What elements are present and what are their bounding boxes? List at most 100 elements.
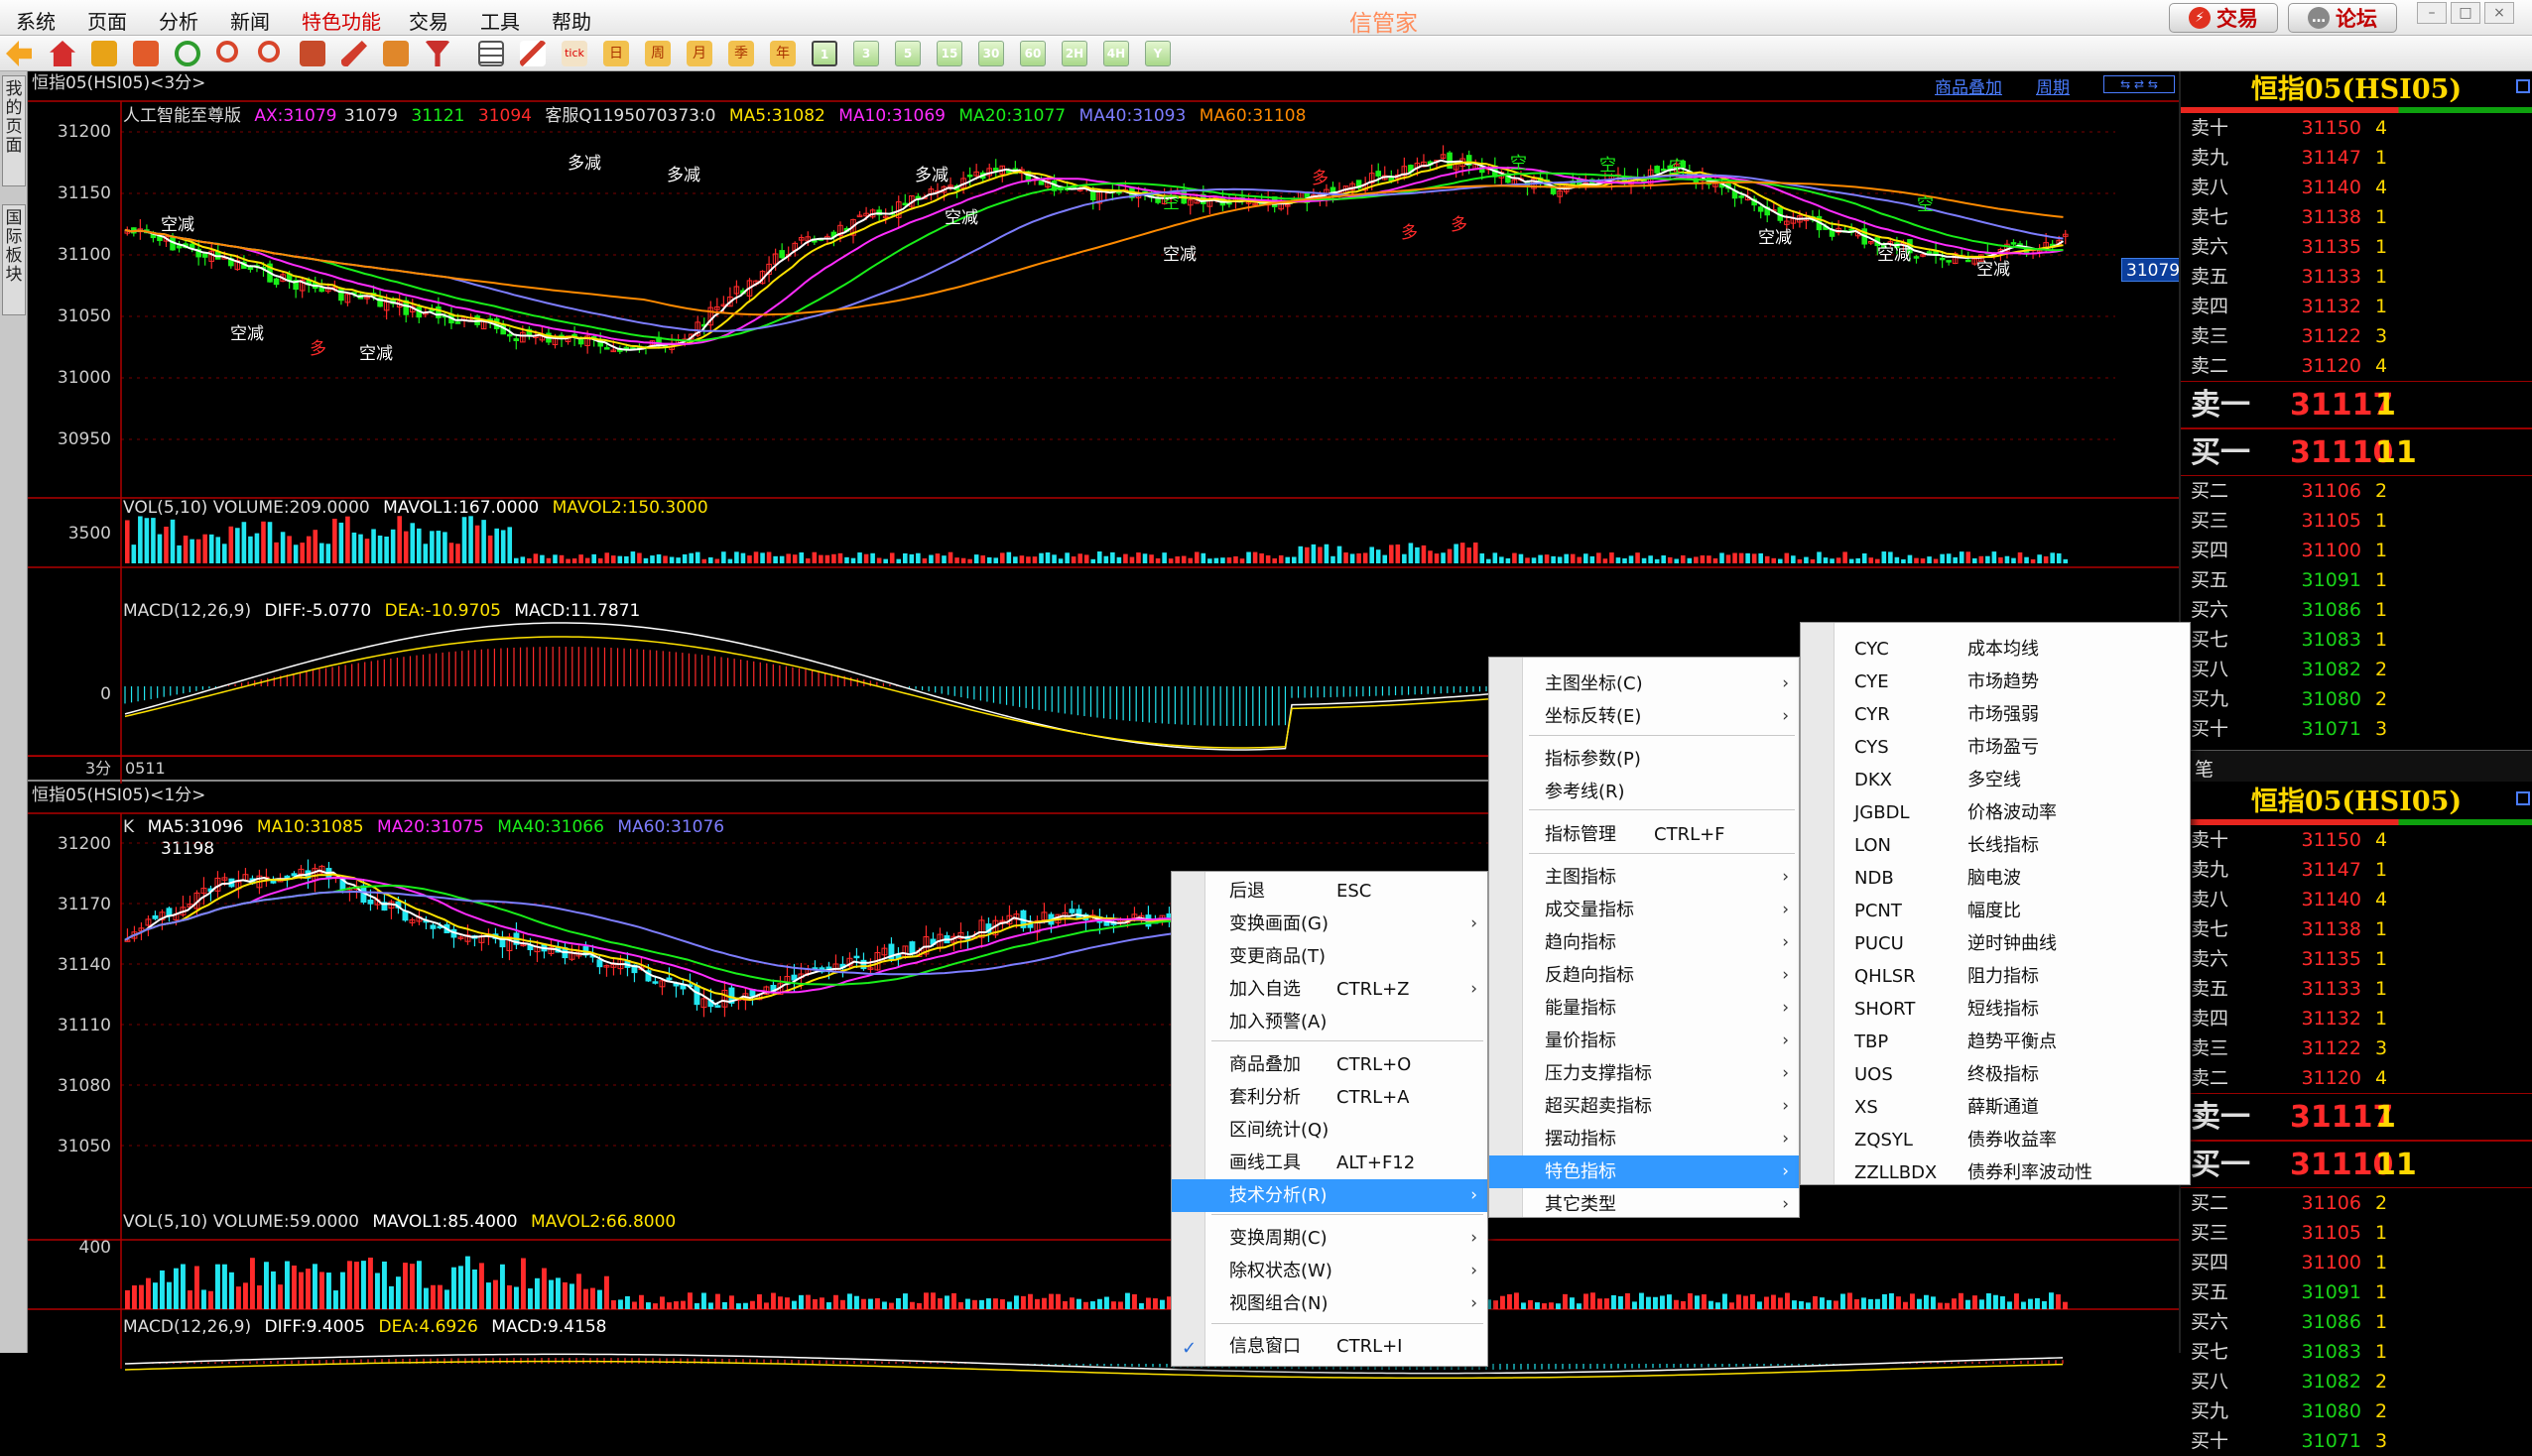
special-item[interactable]: CYR 市场强弱 <box>1801 698 2190 731</box>
special-item[interactable]: CYS 市场盈亏 <box>1801 731 2190 764</box>
expand-icon[interactable] <box>2516 791 2530 805</box>
period-button-15[interactable]: 15 <box>937 41 962 66</box>
order-book-row[interactable]: 买七 31083 1 <box>2181 1337 2532 1367</box>
menu-news[interactable]: 新闻 <box>230 6 270 35</box>
order-book-row[interactable]: 买九 31080 2 <box>2181 1396 2532 1426</box>
order-book-row[interactable]: 买八 31082 2 <box>2181 1367 2532 1396</box>
special-item[interactable]: QHLSR 阻力指标 <box>1801 960 2190 993</box>
side-tab-my-page[interactable]: 我的页面 <box>2 75 26 186</box>
period-button-60[interactable]: 60 <box>1020 41 1046 66</box>
special-item[interactable]: CYC 成本均线 <box>1801 633 2190 666</box>
order-book-row[interactable]: 卖五 31133 1 <box>2181 262 2532 292</box>
refresh-icon[interactable] <box>175 41 200 66</box>
order-book-row[interactable]: 买六 31086 1 <box>2181 595 2532 625</box>
order-book-row[interactable]: 卖八 31140 4 <box>2181 173 2532 202</box>
menu-trade[interactable]: 交易 <box>409 6 448 35</box>
order-book-row[interactable]: 买二 31106 2 <box>2181 1188 2532 1218</box>
trade-button[interactable]: ⚡ 交易 <box>2169 3 2278 33</box>
order-book-row[interactable]: 卖二 31120 4 <box>2181 1063 2532 1093</box>
tech-submenu-item[interactable]: 量价指标 › <box>1489 1025 1799 1057</box>
period-button-1[interactable]: 1 <box>812 41 837 66</box>
expand-icon[interactable] <box>2516 79 2530 93</box>
special-item[interactable]: PUCU 逆时钟曲线 <box>1801 927 2190 960</box>
order-book-row[interactable]: 买八 31082 2 <box>2181 655 2532 684</box>
side-tab-international[interactable]: 国际板块 <box>2 204 26 315</box>
order-book-row[interactable]: 卖七 31138 1 <box>2181 914 2532 944</box>
special-item[interactable]: PCNT 幅度比 <box>1801 895 2190 927</box>
tech-submenu-item[interactable]: 超买超卖指标 › <box>1489 1090 1799 1123</box>
context-menu-item[interactable]: 技术分析(R) › <box>1172 1179 1487 1212</box>
tech-submenu-item[interactable]: 特色指标 › <box>1489 1155 1799 1188</box>
period-button-3[interactable]: 3 <box>853 41 879 66</box>
order-book-row[interactable]: 卖三 31122 3 <box>2181 1033 2532 1063</box>
zoom-in-icon[interactable] <box>216 41 238 62</box>
context-menu-item[interactable]: 套利分析 CTRL+A <box>1172 1081 1487 1114</box>
trend-chart-icon[interactable] <box>520 41 546 66</box>
order-book-row[interactable]: 买四 31100 1 <box>2181 1248 2532 1277</box>
tech-submenu-item[interactable]: 趋向指标 › <box>1489 926 1799 959</box>
order-book-row[interactable]: 卖六 31135 1 <box>2181 232 2532 262</box>
order-book-row[interactable]: 买十 31071 3 <box>2181 1426 2532 1456</box>
order-book-row[interactable]: 卖二 31120 4 <box>2181 351 2532 381</box>
order-book-row[interactable]: 买五 31091 1 <box>2181 565 2532 595</box>
tech-submenu-item[interactable]: 成交量指标 › <box>1489 894 1799 926</box>
tech-submenu-item[interactable]: 压力支撑指标 › <box>1489 1057 1799 1090</box>
tech-submenu-item[interactable]: 指标参数(P) <box>1489 743 1799 776</box>
quarterly-icon[interactable]: 季 <box>728 41 754 66</box>
order-book-row[interactable]: 卖一 31117 1 <box>2181 1093 2532 1141</box>
context-menu-item[interactable]: 变换周期(C) › <box>1172 1222 1487 1255</box>
order-book-row[interactable]: 买四 31100 1 <box>2181 536 2532 565</box>
order-book-row[interactable]: 买一 31110 11 <box>2181 1141 2532 1188</box>
context-menu-item[interactable]: 加入预警(A) <box>1172 1006 1487 1038</box>
back-arrow-icon[interactable] <box>6 41 32 66</box>
period-link[interactable]: 周期 <box>2036 73 2070 98</box>
context-menu-item[interactable]: 变更商品(T) <box>1172 940 1487 973</box>
tech-submenu-item[interactable]: 摆动指标 › <box>1489 1123 1799 1155</box>
order-book-row[interactable]: 卖九 31147 1 <box>2181 855 2532 885</box>
order-book-row[interactable]: 卖四 31132 1 <box>2181 292 2532 321</box>
order-book-row[interactable]: 买三 31105 1 <box>2181 506 2532 536</box>
special-item[interactable]: NDB 脑电波 <box>1801 862 2190 895</box>
order-book-row[interactable]: 买六 31086 1 <box>2181 1307 2532 1337</box>
layers-icon[interactable] <box>300 41 325 66</box>
maximize-icon[interactable]: □ <box>2451 2 2480 24</box>
context-menu-item[interactable]: 商品叠加 CTRL+O <box>1172 1048 1487 1081</box>
tech-submenu-item[interactable]: 其它类型 › <box>1489 1188 1799 1221</box>
tick-icon[interactable]: tick <box>562 41 587 66</box>
special-item[interactable]: LON 长线指标 <box>1801 829 2190 862</box>
menu-page[interactable]: 页面 <box>87 6 127 35</box>
period-button-4h[interactable]: 4H <box>1103 41 1129 66</box>
order-book-row[interactable]: 卖九 31147 1 <box>2181 143 2532 173</box>
yearly-icon[interactable]: 年 <box>770 41 796 66</box>
tech-submenu-item[interactable]: 反趋向指标 › <box>1489 959 1799 992</box>
special-item[interactable]: ZQSYL 债券收益率 <box>1801 1124 2190 1156</box>
menu-help[interactable]: 帮助 <box>552 6 591 35</box>
special-item[interactable]: ZZLLBDX 债券利率波动性 <box>1801 1156 2190 1189</box>
period-button-y[interactable]: Y <box>1145 41 1171 66</box>
context-menu-item[interactable]: 视图组合(N) › <box>1172 1287 1487 1320</box>
tech-submenu-item[interactable]: 参考线(R) <box>1489 776 1799 808</box>
filter-icon[interactable] <box>425 41 450 66</box>
order-book-row[interactable]: 买五 31091 1 <box>2181 1277 2532 1307</box>
order-book-row[interactable]: 卖八 31140 4 <box>2181 885 2532 914</box>
close-icon[interactable]: × <box>2484 2 2514 24</box>
order-book-row[interactable]: 卖七 31138 1 <box>2181 202 2532 232</box>
context-menu-item[interactable]: 画线工具 ALT+F12 <box>1172 1147 1487 1179</box>
pen-icon[interactable] <box>341 41 367 66</box>
special-item[interactable]: CYE 市场趋势 <box>1801 666 2190 698</box>
special-item[interactable]: SHORT 短线指标 <box>1801 993 2190 1026</box>
home-icon[interactable] <box>50 41 75 66</box>
period-button-5[interactable]: 5 <box>895 41 921 66</box>
table-icon[interactable] <box>478 41 504 66</box>
context-menu-item[interactable]: 后退 ESC <box>1172 875 1487 908</box>
folder-icon[interactable] <box>91 41 117 66</box>
minimize-icon[interactable]: – <box>2417 2 2447 24</box>
order-book-row[interactable]: 买一 31110 11 <box>2181 428 2532 476</box>
tech-submenu-item[interactable]: 坐标反转(E) › <box>1489 700 1799 733</box>
special-item[interactable]: JGBDL 价格波动率 <box>1801 796 2190 829</box>
context-menu-item[interactable]: 变换画面(G) › <box>1172 908 1487 940</box>
context-menu-item[interactable]: 区间统计(Q) <box>1172 1114 1487 1147</box>
context-menu-item[interactable]: 信息窗口 CTRL+I <box>1172 1330 1487 1363</box>
pencil-icon[interactable] <box>383 41 409 66</box>
tech-submenu-item[interactable]: 主图指标 › <box>1489 861 1799 894</box>
